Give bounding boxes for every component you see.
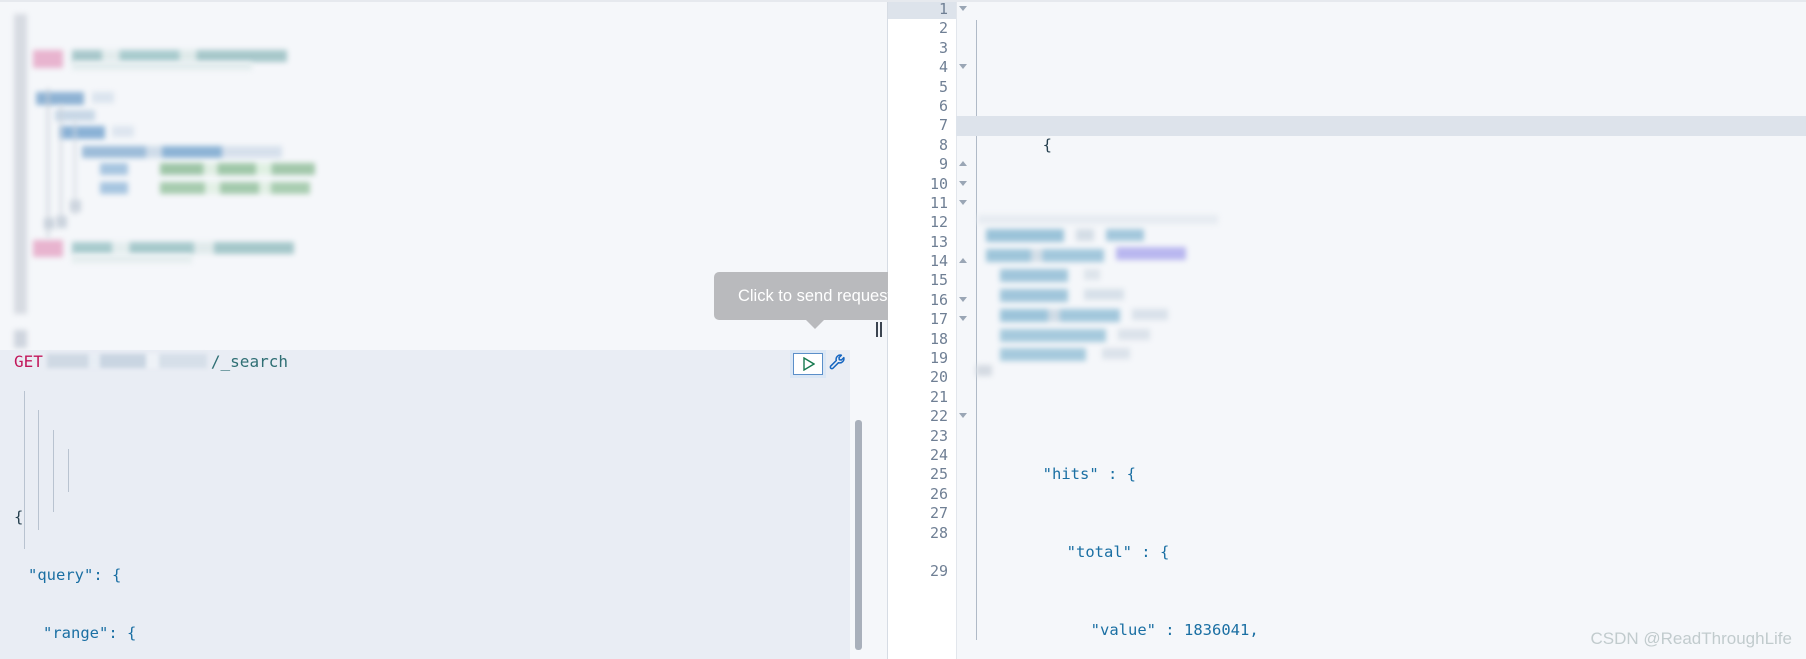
line-number: 4 (888, 58, 967, 77)
value-key-text: "value" : (1090, 620, 1175, 639)
response-line-value[interactable]: "value" : 1836041, (956, 601, 1806, 639)
total-key-text: "total" : { (1066, 543, 1170, 562)
line-number: 11 (888, 194, 967, 213)
drag-handle-bar (880, 322, 882, 337)
editor-scrollbar[interactable] (855, 420, 862, 650)
line-number: 24 (929, 445, 948, 464)
line-number: 20 (929, 368, 948, 387)
request-body-editor[interactable]: { "query": { "range": { "createTimeStr.k… (0, 372, 850, 659)
request-path: /_search (210, 351, 288, 371)
line-number: 29 (929, 562, 948, 581)
request-method-line[interactable]: GET /_search (0, 350, 850, 372)
code-line[interactable]: "range": { (0, 624, 850, 643)
response-line-number-gutter: 1 2 3 4 5 6 7 8 9 10 11 12 13 14 15 16 17 18 19 20 21 22 23 24 2… (888, 0, 967, 659)
line-number: 6 (938, 96, 948, 115)
line-number: 3 (938, 38, 948, 57)
code-text: { (14, 507, 24, 526)
tooltip-text: Click to send request (737, 286, 888, 305)
response-text: { (1042, 135, 1052, 154)
line-number: 9 (888, 155, 967, 174)
play-triangle-icon (802, 357, 815, 371)
line-number: 27 (929, 504, 948, 523)
indent-guide (68, 449, 69, 492)
line-number: 25 (929, 465, 948, 484)
line-number (888, 543, 956, 562)
line-number: 23 (929, 426, 948, 445)
code-line[interactable]: "query": { (0, 566, 850, 585)
line-number: 13 (929, 232, 948, 251)
hits-key-text: "hits" : { (1042, 465, 1136, 484)
indent-guide (53, 430, 54, 512)
line-number: 7 (938, 116, 948, 135)
csdn-watermark: CSDN @ReadThroughLife (1590, 629, 1792, 648)
line-number: 14 (888, 252, 967, 271)
send-request-button[interactable] (793, 353, 823, 375)
line-number: 2 (938, 19, 948, 38)
console-app: Click to send request GET /_search {"qu… (0, 0, 1806, 659)
code-line[interactable]: { (0, 508, 850, 527)
request-actions[interactable] (793, 352, 848, 376)
request-editor-pane[interactable]: Click to send request GET /_search {"qu… (0, 0, 888, 659)
redacted-response-top (956, 213, 1806, 377)
masked-index-name (46, 354, 207, 368)
line-number: 19 (929, 349, 948, 368)
line-number: 16 (888, 291, 967, 310)
line-number: 26 (929, 484, 948, 503)
response-line-total[interactable]: "total" : { (956, 524, 1806, 561)
response-json-body[interactable]: {"hits": {"total": {"value": 18360… (956, 0, 1806, 659)
line-number: 17 (888, 310, 967, 329)
line-number: 28 (929, 523, 948, 542)
response-viewer-pane[interactable]: 1 2 3 4 5 6 7 8 9 10 11 12 13 14 15 16 17 18 19 20 21 22 23 24 2… (888, 0, 1806, 659)
wrench-icon[interactable] (828, 352, 848, 376)
response-line[interactable]: { (956, 116, 1806, 154)
line-number: 5 (938, 77, 948, 96)
total-hits-value: 1836041, (1184, 620, 1259, 639)
line-number-list: 1 2 3 4 5 6 7 8 9 10 11 12 13 14 15 16 17 18 19 20 21 22 23 24 2… (888, 0, 967, 582)
http-method: GET (14, 351, 43, 371)
line-number: 12 (929, 213, 948, 232)
value-space (1175, 621, 1184, 639)
send-request-tooltip: Click to send request (714, 272, 888, 329)
drag-handle-bar (876, 322, 878, 337)
line-number: 8 (938, 135, 948, 154)
response-line-hits[interactable]: "hits" : { (956, 446, 1806, 483)
line-number: 15 (929, 271, 948, 290)
line-number: 22 (888, 407, 967, 426)
line-number: 10 (888, 175, 967, 194)
line-number: 18 (929, 329, 948, 348)
pane-drag-handle[interactable] (875, 322, 884, 337)
code-text: "query": { (28, 566, 122, 585)
line-number: 21 (929, 387, 948, 406)
window-top-edge (0, 0, 1806, 2)
line-number: 1 (888, 0, 967, 20)
code-text: "range": { (43, 624, 137, 643)
